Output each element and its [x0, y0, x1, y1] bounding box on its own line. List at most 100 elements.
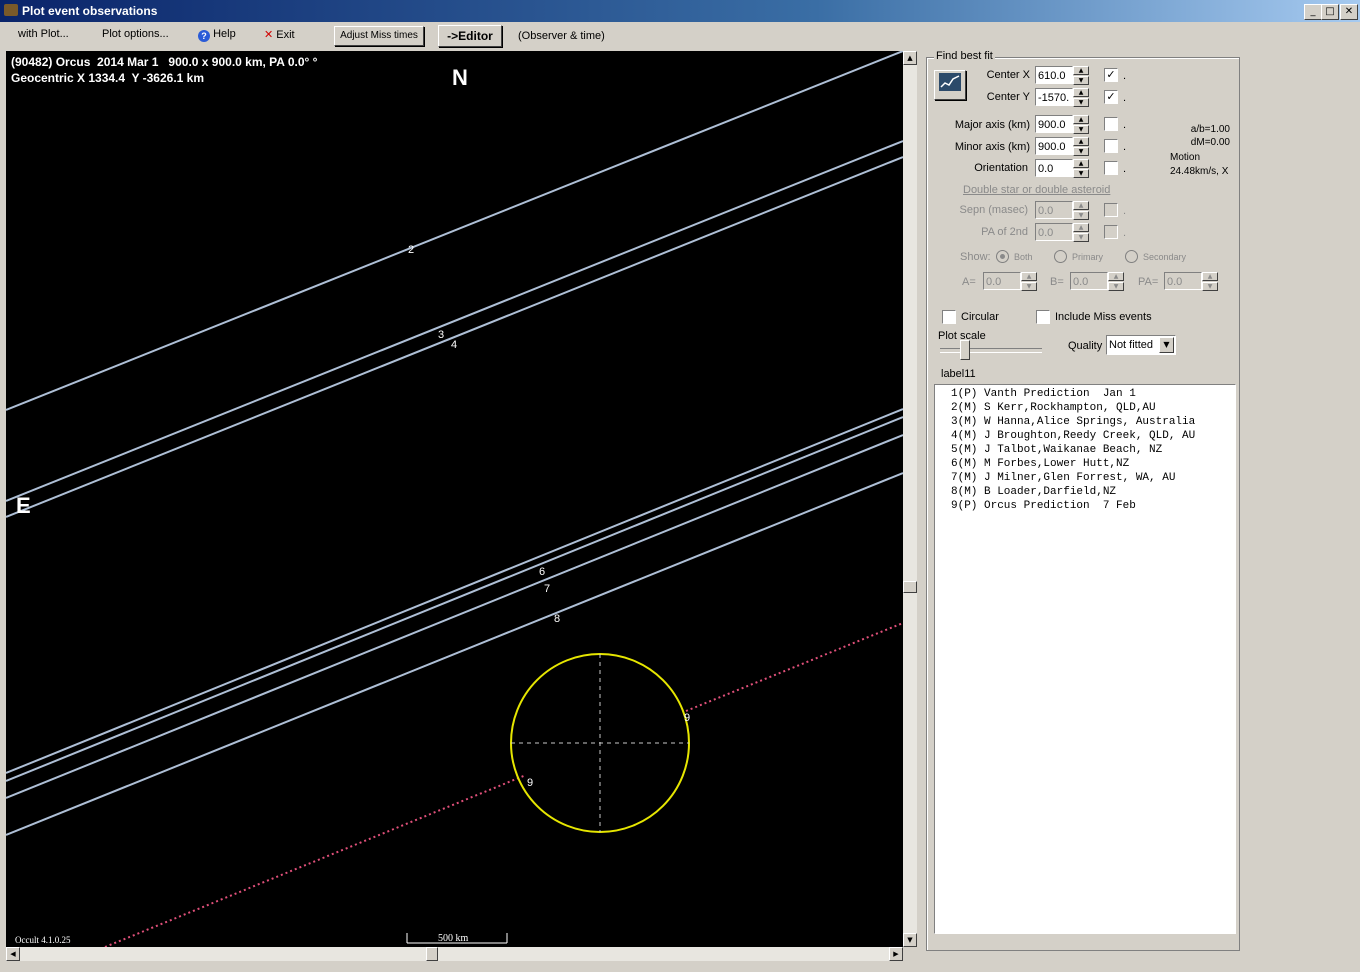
- spin-up-icon[interactable]: ▲: [1108, 272, 1124, 281]
- a-value[interactable]: 0.0: [983, 272, 1021, 290]
- spin-down-icon[interactable]: ▼: [1073, 147, 1089, 156]
- sepn-value[interactable]: 0.0: [1035, 201, 1073, 219]
- plot-horizontal-scrollbar[interactable]: ◀ ▶: [6, 947, 903, 961]
- a-spinner[interactable]: 0.0 ▲ ▼: [983, 272, 1037, 292]
- close-button[interactable]: ✕: [1340, 4, 1358, 20]
- spin-down-icon[interactable]: ▼: [1073, 76, 1089, 85]
- plot-vertical-scrollbar[interactable]: ▲ ▼: [903, 51, 917, 947]
- window-title: Plot event observations: [22, 4, 158, 18]
- a-label: A=: [962, 276, 976, 288]
- orientation-spinner[interactable]: 0.0 ▲ ▼: [1035, 159, 1089, 179]
- list-item[interactable]: 6(M) M Forbes,Lower Hutt,NZ: [951, 457, 1129, 471]
- plot-scale-slider[interactable]: [940, 348, 1042, 353]
- radio-primary[interactable]: [1054, 250, 1067, 263]
- major-axis-checkbox[interactable]: [1104, 117, 1118, 131]
- vertical-scroll-thumb[interactable]: [903, 581, 917, 593]
- scroll-right-icon[interactable]: ▶: [889, 947, 903, 961]
- quality-label: Quality: [1068, 340, 1103, 352]
- prediction-line: [685, 622, 903, 712]
- spin-up-icon[interactable]: ▲: [1073, 223, 1089, 232]
- center-y-spinner[interactable]: -1570. ▲ ▼: [1035, 88, 1089, 108]
- maximize-button[interactable]: □: [1321, 4, 1339, 20]
- menu-help[interactable]: ? Help: [198, 28, 236, 42]
- scroll-left-icon[interactable]: ◀: [6, 947, 20, 961]
- pa-spinner[interactable]: 0.0 ▲ ▼: [1164, 272, 1218, 292]
- spin-up-icon[interactable]: ▲: [1073, 201, 1089, 210]
- center-x-dot: .: [1123, 70, 1127, 82]
- include-miss-checkbox[interactable]: [1036, 310, 1050, 324]
- orientation-value[interactable]: 0.0: [1035, 159, 1073, 177]
- editor-button[interactable]: ->Editor: [438, 25, 502, 47]
- list-item[interactable]: 4(M) J Broughton,Reedy Creek, QLD, AU: [951, 429, 1195, 443]
- spin-up-icon[interactable]: ▲: [1073, 115, 1089, 124]
- radio-secondary[interactable]: [1125, 250, 1138, 263]
- menu-with-plot[interactable]: with Plot...: [18, 28, 69, 40]
- spin-up-icon[interactable]: ▲: [1202, 272, 1218, 281]
- chord-label: 4: [451, 339, 458, 351]
- scroll-up-icon[interactable]: ▲: [903, 51, 917, 65]
- spin-down-icon[interactable]: ▼: [1073, 169, 1089, 178]
- menu-exit[interactable]: ✕ Exit: [264, 28, 295, 41]
- center-x-checkbox[interactable]: ✓: [1104, 68, 1118, 82]
- orientation-checkbox[interactable]: [1104, 161, 1118, 175]
- circular-label: Circular: [961, 311, 999, 323]
- list-item[interactable]: 3(M) W Hanna,Alice Springs, Australia: [951, 415, 1195, 429]
- pa-2nd-checkbox[interactable]: [1104, 225, 1118, 239]
- chord-label: 2: [408, 244, 415, 256]
- major-axis-value[interactable]: 900.0: [1035, 115, 1073, 133]
- pa-2nd-dot: .: [1123, 227, 1127, 239]
- spin-up-icon[interactable]: ▲: [1073, 88, 1089, 97]
- dropdown-arrow-icon[interactable]: ▼: [1159, 337, 1174, 353]
- list-item[interactable]: 9(P) Orcus Prediction 7 Feb: [951, 499, 1136, 513]
- quality-select[interactable]: Not fitted ▼: [1106, 335, 1176, 355]
- menu-plot-options[interactable]: Plot options...: [102, 28, 169, 40]
- pa-2nd-value[interactable]: 0.0: [1035, 223, 1073, 241]
- spin-down-icon[interactable]: ▼: [1073, 98, 1089, 107]
- scroll-down-icon[interactable]: ▼: [903, 933, 917, 947]
- list-item[interactable]: 8(M) B Loader,Darfield,NZ: [951, 485, 1116, 499]
- scale-label: 500 km: [438, 933, 469, 944]
- adjust-miss-times-button[interactable]: Adjust Miss times: [334, 26, 424, 46]
- major-axis-spinner[interactable]: 900.0 ▲ ▼: [1035, 115, 1089, 135]
- spin-down-icon[interactable]: ▼: [1073, 233, 1089, 242]
- center-x-spinner[interactable]: 610.0 ▲ ▼: [1035, 66, 1089, 86]
- list-item[interactable]: 1(P) Vanth Prediction Jan 1: [951, 387, 1136, 401]
- pa-2nd-spinner[interactable]: 0.0 ▲ ▼: [1035, 223, 1089, 243]
- b-spinner[interactable]: 0.0 ▲ ▼: [1070, 272, 1124, 292]
- sepn-spinner[interactable]: 0.0 ▲ ▼: [1035, 201, 1089, 221]
- center-x-value[interactable]: 610.0: [1035, 66, 1073, 84]
- version-label: Occult 4.1.0.25: [15, 935, 71, 945]
- spin-down-icon[interactable]: ▼: [1021, 282, 1037, 291]
- minor-axis-checkbox[interactable]: [1104, 139, 1118, 153]
- chord-line: [6, 51, 903, 411]
- plot-scale-slider-thumb[interactable]: [960, 340, 970, 360]
- spin-up-icon[interactable]: ▲: [1073, 159, 1089, 168]
- list-item[interactable]: 5(M) J Talbot,Waikanae Beach, NZ: [951, 443, 1162, 457]
- plot-canvas[interactable]: (90482) Orcus 2014 Mar 1 900.0 x 900.0 k…: [6, 51, 903, 947]
- circular-checkbox[interactable]: [942, 310, 956, 324]
- observer-list[interactable]: 1(P) Vanth Prediction Jan 1 2(M) S Kerr,…: [934, 384, 1236, 934]
- minor-axis-spinner[interactable]: 900.0 ▲ ▼: [1035, 137, 1089, 157]
- horizontal-scroll-thumb[interactable]: [426, 947, 438, 961]
- spin-up-icon[interactable]: ▲: [1073, 137, 1089, 146]
- spin-up-icon[interactable]: ▲: [1073, 66, 1089, 75]
- list-item[interactable]: 2(M) S Kerr,Rockhampton, QLD,AU: [951, 401, 1156, 415]
- spin-down-icon[interactable]: ▼: [1073, 125, 1089, 134]
- spin-down-icon[interactable]: ▼: [1073, 211, 1089, 220]
- chord-label: 8: [554, 613, 561, 625]
- spin-down-icon[interactable]: ▼: [1202, 282, 1218, 291]
- chord-line: [6, 140, 903, 502]
- list-item[interactable]: 7(M) J Milner,Glen Forrest, WA, AU: [951, 471, 1175, 485]
- radio-both[interactable]: [996, 250, 1009, 263]
- b-value[interactable]: 0.0: [1070, 272, 1108, 290]
- sepn-checkbox[interactable]: [1104, 203, 1118, 217]
- minor-axis-value[interactable]: 900.0: [1035, 137, 1073, 155]
- center-y-value[interactable]: -1570.: [1035, 88, 1073, 106]
- pa-value[interactable]: 0.0: [1164, 272, 1202, 290]
- spin-up-icon[interactable]: ▲: [1021, 272, 1037, 281]
- spin-down-icon[interactable]: ▼: [1108, 282, 1124, 291]
- radio-both-label: Both: [1014, 252, 1033, 262]
- center-y-checkbox[interactable]: ✓: [1104, 90, 1118, 104]
- pa-2nd-label: PA of 2nd: [981, 226, 1028, 238]
- minimize-button[interactable]: _: [1304, 4, 1322, 20]
